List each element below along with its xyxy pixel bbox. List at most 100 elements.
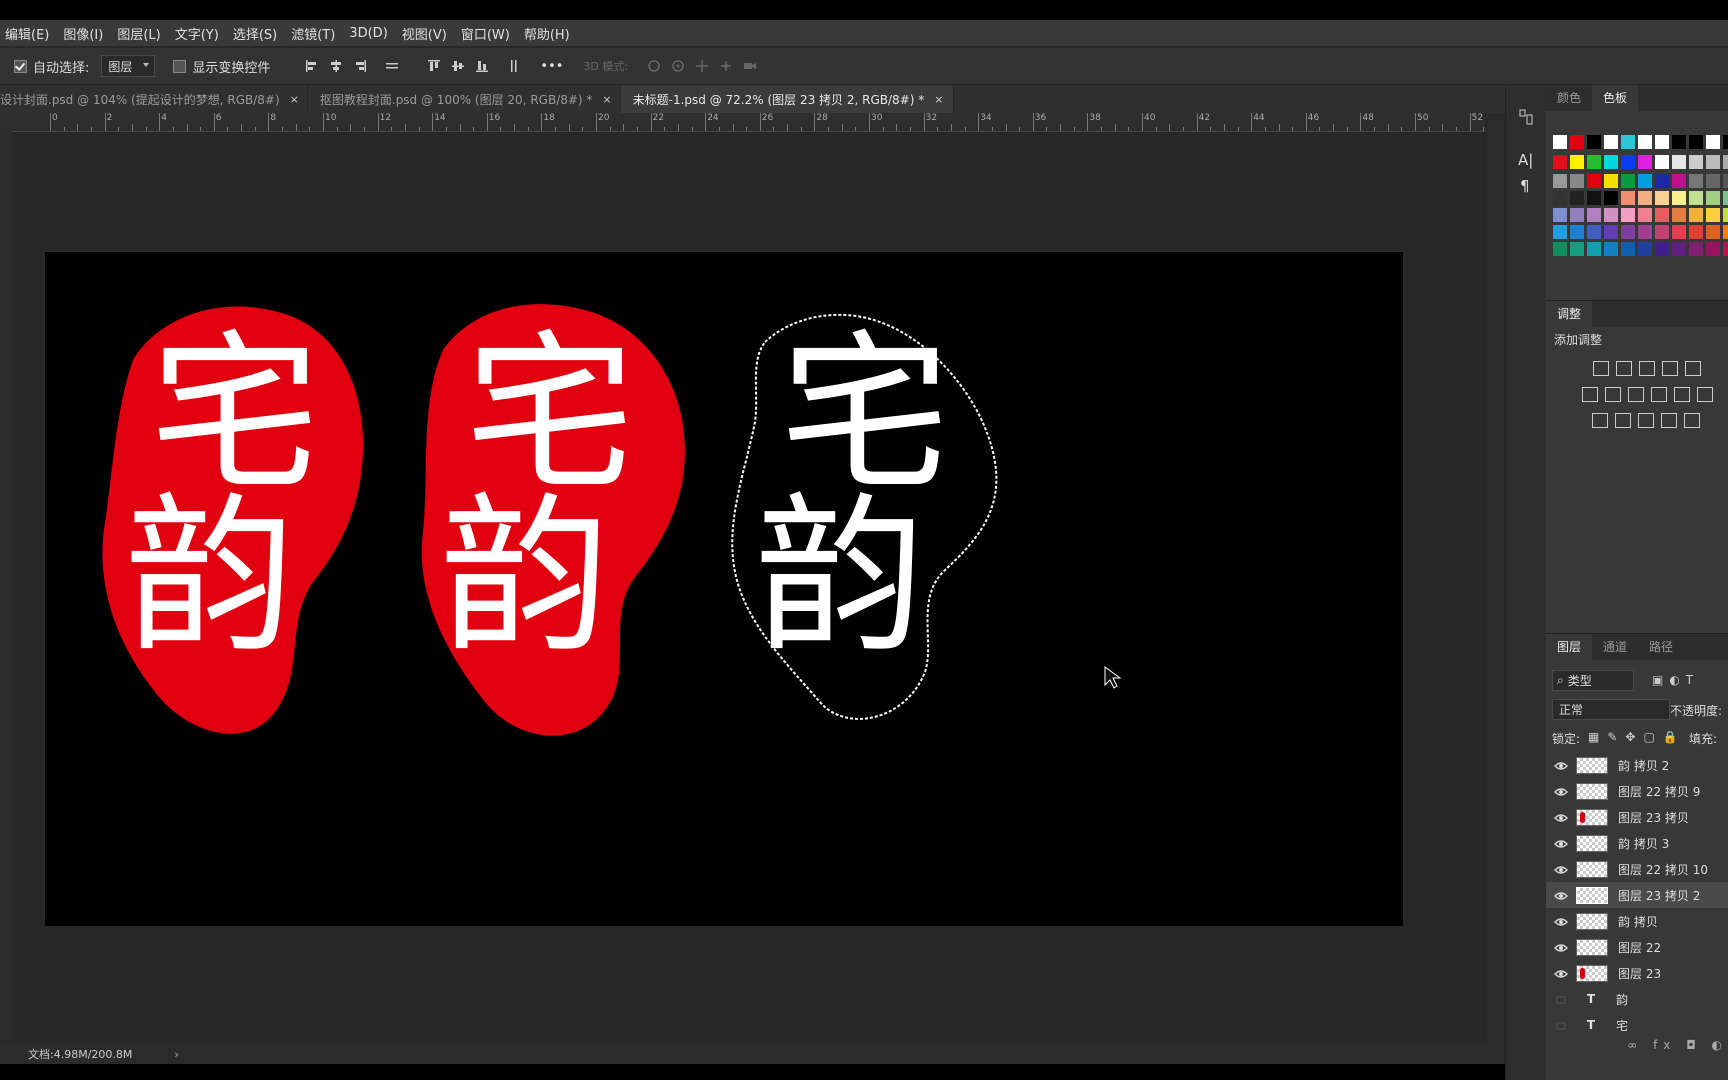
color-swatch[interactable] xyxy=(1570,135,1584,149)
color-swatch[interactable] xyxy=(1723,174,1728,188)
color-swatch[interactable] xyxy=(1655,208,1669,222)
adjustment-icon[interactable] xyxy=(1685,361,1701,376)
color-swatch[interactable] xyxy=(1655,225,1669,239)
color-swatch[interactable] xyxy=(1655,242,1669,256)
adjustment-icon[interactable] xyxy=(1605,387,1621,402)
paragraph-icon[interactable]: ¶ xyxy=(1520,177,1530,195)
show-transform-checkbox[interactable] xyxy=(173,59,187,73)
adjustment-icon[interactable] xyxy=(1593,361,1609,376)
color-swatch[interactable] xyxy=(1672,208,1686,222)
tab-untitled-1[interactable]: 未标题-1.psd @ 72.2% (图层 23 拷贝 2, RGB/8#) *… xyxy=(620,85,955,113)
color-swatch[interactable] xyxy=(1706,225,1720,239)
color-swatch[interactable] xyxy=(1706,174,1720,188)
color-swatch[interactable] xyxy=(1570,225,1584,239)
color-swatch[interactable] xyxy=(1723,225,1728,239)
color-swatch[interactable] xyxy=(1723,135,1728,149)
color-swatch[interactable] xyxy=(1723,208,1728,222)
color-swatch[interactable] xyxy=(1621,208,1635,222)
color-swatch[interactable] xyxy=(1553,155,1567,169)
adjustment-icon[interactable] xyxy=(1615,413,1631,428)
color-swatch[interactable] xyxy=(1604,242,1618,256)
color-swatch[interactable] xyxy=(1655,135,1669,149)
character-icon[interactable]: A| xyxy=(1518,151,1533,169)
color-swatch[interactable] xyxy=(1723,242,1728,256)
layer-row[interactable]: 韵 拷贝 3 xyxy=(1546,830,1728,856)
color-swatch[interactable] xyxy=(1706,191,1720,205)
eye-icon[interactable] xyxy=(1554,812,1568,822)
color-swatch[interactable] xyxy=(1604,135,1618,149)
auto-select-dropdown[interactable]: 图层 xyxy=(101,55,156,77)
color-swatch[interactable] xyxy=(1604,155,1618,169)
color-swatch[interactable] xyxy=(1723,191,1728,205)
adjustment-icon[interactable] xyxy=(1628,387,1644,402)
color-swatch[interactable] xyxy=(1553,191,1567,205)
eye-icon[interactable] xyxy=(1554,916,1568,926)
3d-rotate-icon[interactable] xyxy=(647,59,661,73)
tab-adjustments[interactable]: 调整 xyxy=(1546,301,1593,327)
layer-row[interactable]: 图层 23 拷贝 2 xyxy=(1546,882,1728,908)
color-swatch[interactable] xyxy=(1570,242,1584,256)
close-icon[interactable]: × xyxy=(290,93,299,106)
vertical-scrollbar[interactable] xyxy=(1487,113,1505,1044)
color-swatch[interactable] xyxy=(1706,208,1720,222)
adjustment-icon[interactable] xyxy=(1592,413,1608,428)
adjustment-icon[interactable] xyxy=(1616,361,1632,376)
menu-layer[interactable]: 图层(L) xyxy=(112,24,169,43)
tab-cutout-cover[interactable]: 抠图教程封面.psd @ 100% (图层 20, RGB/8#) * × xyxy=(308,85,621,113)
layer-filter-dropdown[interactable]: ⌕ 类型 xyxy=(1552,670,1634,691)
color-swatch[interactable] xyxy=(1587,135,1601,149)
menu-select[interactable]: 选择(S) xyxy=(228,24,286,43)
eye-icon[interactable] xyxy=(1554,968,1568,978)
auto-select-checkbox[interactable] xyxy=(14,59,27,73)
menu-window[interactable]: 窗口(W) xyxy=(456,24,519,43)
close-icon[interactable]: × xyxy=(602,93,611,106)
color-swatch[interactable] xyxy=(1621,225,1635,239)
adjustment-icon[interactable] xyxy=(1674,387,1690,402)
filter-type-icons[interactable]: ▣◐T xyxy=(1652,673,1722,687)
swatch-grid[interactable] xyxy=(1546,125,1728,275)
color-swatch[interactable] xyxy=(1672,174,1686,188)
color-swatch[interactable] xyxy=(1689,155,1703,169)
adjustment-icon[interactable] xyxy=(1684,413,1700,428)
layer-row[interactable]: T韵 xyxy=(1546,986,1728,1012)
menu-filter[interactable]: 滤镜(T) xyxy=(286,24,344,43)
eye-icon[interactable] xyxy=(1554,864,1568,874)
color-swatch[interactable] xyxy=(1706,242,1720,256)
menu-view[interactable]: 视图(V) xyxy=(397,24,456,43)
color-swatch[interactable] xyxy=(1553,208,1567,222)
eye-icon[interactable] xyxy=(1554,838,1568,848)
layer-row[interactable]: 图层 23 拷贝 xyxy=(1546,804,1728,830)
color-swatch[interactable] xyxy=(1604,174,1618,188)
layer-row[interactable]: T宅 xyxy=(1546,1012,1728,1038)
layer-row[interactable]: 图层 22 拷贝 10 xyxy=(1546,856,1728,882)
lock-icons[interactable]: ▦✎✥▢🔒 xyxy=(1588,730,1686,744)
color-swatch[interactable] xyxy=(1604,208,1618,222)
3d-roll-icon[interactable] xyxy=(671,59,685,73)
adjustment-icon[interactable] xyxy=(1697,387,1713,402)
color-swatch[interactable] xyxy=(1587,225,1601,239)
color-swatch[interactable] xyxy=(1570,191,1584,205)
color-swatch[interactable] xyxy=(1587,155,1601,169)
visibility-off-icon[interactable] xyxy=(1554,994,1568,1004)
color-swatch[interactable] xyxy=(1706,135,1720,149)
color-swatch[interactable] xyxy=(1689,225,1703,239)
layer-row[interactable]: 韵 拷贝 2 xyxy=(1546,752,1728,778)
align-hcenter-icon[interactable] xyxy=(329,59,343,73)
3d-slide-icon[interactable] xyxy=(719,59,733,73)
history-icon[interactable] xyxy=(1519,109,1533,125)
color-swatch[interactable] xyxy=(1723,155,1728,169)
adjustment-icon[interactable] xyxy=(1661,413,1677,428)
tab-swatches[interactable]: 色板 xyxy=(1592,85,1639,111)
document-canvas[interactable]: 宅 韵 宅 韵 宅 韵 xyxy=(45,252,1403,926)
tab-color[interactable]: 颜色 xyxy=(1546,85,1592,111)
3d-camera-icon[interactable] xyxy=(743,59,757,73)
layer-row[interactable]: 图层 22 xyxy=(1546,934,1728,960)
color-swatch[interactable] xyxy=(1689,135,1703,149)
menu-help[interactable]: 帮助(H) xyxy=(519,24,579,43)
color-swatch[interactable] xyxy=(1587,174,1601,188)
adjustment-icon[interactable] xyxy=(1639,361,1655,376)
color-swatch[interactable] xyxy=(1621,155,1635,169)
layer-row[interactable]: 韵 拷贝 xyxy=(1546,908,1728,934)
tab-design-cover[interactable]: 设计封面.psd @ 104% (提起设计的梦想, RGB/8#) × xyxy=(0,85,308,113)
color-swatch[interactable] xyxy=(1587,208,1601,222)
